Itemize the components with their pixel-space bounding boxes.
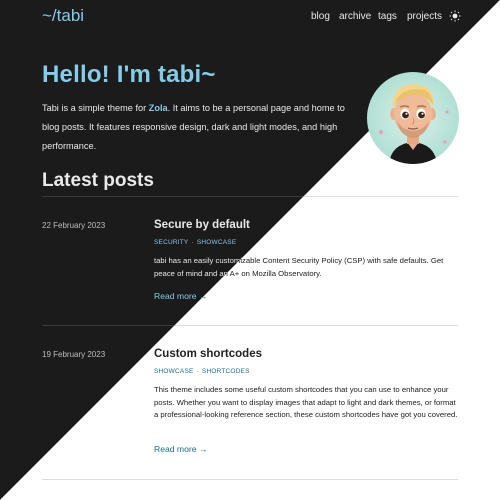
post-date: 19 February 2023 <box>42 350 106 359</box>
post-date: 22 February 2023 <box>42 221 106 230</box>
sun-icon[interactable] <box>449 10 461 22</box>
tag-link[interactable]: SHORTCODES <box>202 368 250 375</box>
tag-link[interactable]: SHOWCASE <box>197 239 237 246</box>
read-more-link[interactable]: Read more → <box>154 444 208 454</box>
hero-description: Tabi is a simple theme for Zola. It aims… <box>42 103 345 151</box>
zola-link[interactable]: Zola <box>149 103 168 113</box>
post-title[interactable]: Secure by default <box>154 219 250 231</box>
nav-archive[interactable]: archive <box>339 11 371 22</box>
avatar <box>367 72 459 164</box>
tag-link[interactable]: SECURITY <box>154 239 188 246</box>
latest-posts-title: Latest posts <box>42 170 154 191</box>
nav-blog[interactable]: blog <box>311 11 330 22</box>
post-excerpt: This theme includes some useful custom s… <box>154 385 458 420</box>
divider <box>42 479 458 480</box>
tag-link[interactable]: SHOWCASE <box>154 368 194 375</box>
avatar-illustration <box>367 72 459 164</box>
hero-title: Hello! I'm tabi~ <box>42 61 216 88</box>
post-tags: SHOWCASE·SHORTCODES <box>154 368 250 375</box>
nav-tags[interactable]: tags <box>378 11 397 22</box>
site-logo[interactable]: ~/tabi <box>42 6 84 26</box>
nav-projects[interactable]: projects <box>407 11 442 22</box>
post-tags: SECURITY·SHOWCASE <box>154 239 237 246</box>
post-title[interactable]: Custom shortcodes <box>154 348 262 360</box>
read-more-link[interactable]: Read more → <box>154 291 208 301</box>
